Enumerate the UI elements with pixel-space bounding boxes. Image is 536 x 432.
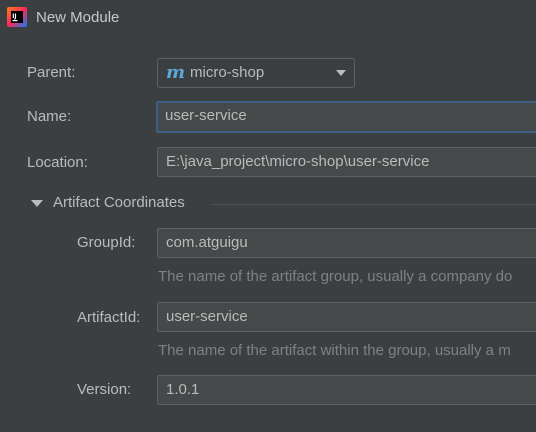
artifactid-field[interactable]: user-service (157, 302, 536, 332)
collapse-arrow-icon[interactable] (31, 200, 43, 207)
groupid-field[interactable]: com.atguigu (157, 228, 536, 258)
artifactid-label: ArtifactId: (77, 309, 141, 326)
intellij-idea-icon: IJ (7, 7, 27, 27)
artifactid-hint: The name of the artifact within the grou… (158, 342, 511, 359)
version-field[interactable]: 1.0.1 (157, 375, 536, 405)
artifact-coordinates-title[interactable]: Artifact Coordinates (53, 194, 185, 211)
svg-text:IJ: IJ (12, 13, 16, 20)
name-field[interactable]: user-service (156, 101, 536, 133)
parent-label: Parent: (27, 64, 76, 81)
chevron-down-icon[interactable] (336, 70, 346, 76)
parent-dropdown[interactable]: m micro-shop (157, 58, 355, 88)
location-label: Location: (27, 154, 88, 171)
parent-dropdown-value: micro-shop (190, 64, 265, 81)
name-label: Name: (27, 108, 72, 125)
version-label: Version: (77, 381, 132, 398)
section-divider (211, 204, 536, 205)
location-field[interactable]: E:\java_project\micro-shop\user-service (157, 147, 536, 177)
groupid-hint: The name of the artifact group, usually … (158, 268, 513, 285)
title-bar: IJ New Module (0, 0, 536, 38)
window-title: New Module (36, 9, 120, 26)
maven-icon: m (166, 62, 186, 83)
groupid-label: GroupId: (77, 234, 136, 251)
